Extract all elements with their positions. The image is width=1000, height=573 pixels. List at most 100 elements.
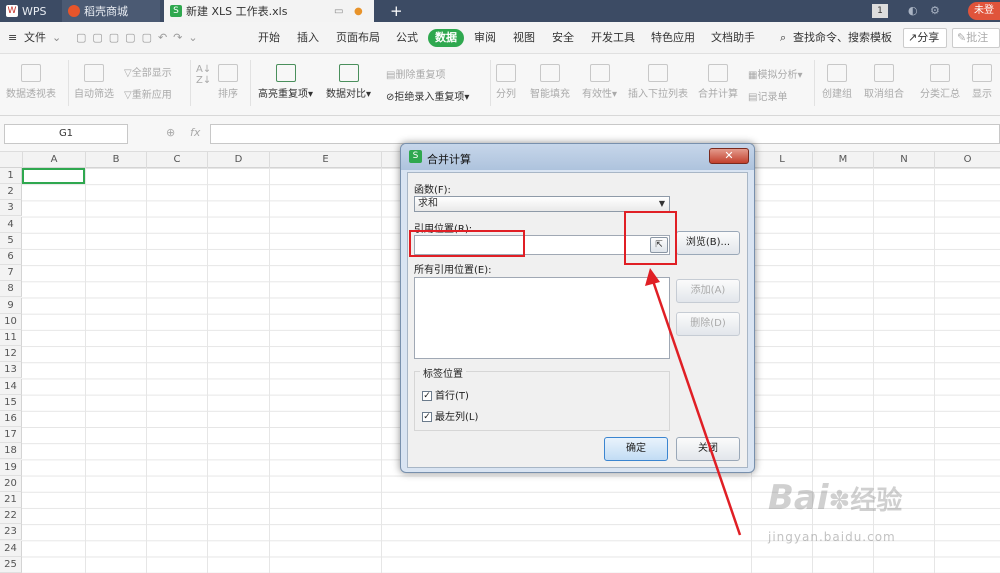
left-column-checkbox[interactable]: ✓ 最左列(L)	[422, 408, 478, 423]
spreadsheet-icon: S	[170, 5, 182, 17]
row-header[interactable]: 19	[0, 459, 22, 476]
dialog-titlebar[interactable]: S 合并计算 ✕	[401, 144, 754, 170]
row-header[interactable]: 9	[0, 297, 22, 314]
row-header[interactable]: 13	[0, 362, 22, 379]
row-header[interactable]: 10	[0, 313, 22, 330]
insert-dropdown-button[interactable]: 插入下拉列表	[628, 64, 688, 100]
column-header[interactable]: D	[207, 152, 269, 168]
skin-icon[interactable]: ◐	[908, 4, 918, 17]
menu-file[interactable]: 文件	[24, 22, 46, 54]
column-header[interactable]: C	[146, 152, 207, 168]
menu-start[interactable]: 开始	[258, 22, 280, 54]
menu-data[interactable]: 数据	[428, 29, 464, 47]
menu-special[interactable]: 特色应用	[651, 22, 695, 54]
window-count-badge[interactable]: 1	[872, 4, 888, 18]
hamburger-icon[interactable]: ≡	[8, 22, 17, 54]
split-column-button[interactable]: 分列	[496, 64, 516, 100]
row-header[interactable]: 12	[0, 346, 22, 363]
top-row-checkbox[interactable]: ✓ 首行(T)	[422, 387, 469, 402]
sort-button[interactable]: 排序	[218, 64, 238, 100]
row-header[interactable]: 8	[0, 281, 22, 298]
comment-button[interactable]: ✎批注	[952, 28, 1000, 48]
row-header[interactable]: 17	[0, 427, 22, 444]
share-button[interactable]: ↗分享	[903, 28, 947, 48]
auto-filter-button[interactable]: 自动筛选	[74, 64, 114, 100]
quick-access-icons[interactable]: ▢▢▢▢▢↶↷⌄	[76, 22, 204, 54]
new-tab-plus-icon[interactable]: +	[384, 0, 404, 22]
consolidate-button[interactable]: 合并计算	[698, 64, 738, 100]
tab-wps[interactable]: W WPS	[0, 0, 58, 22]
row-header[interactable]: 24	[0, 540, 22, 557]
command-search[interactable]: 查找命令、搜索模板	[793, 22, 892, 54]
close-icon[interactable]: ✕	[709, 148, 749, 164]
data-compare-button[interactable]: 数据对比▾	[326, 64, 371, 100]
menu-view[interactable]: 视图	[513, 22, 535, 54]
select-all-corner[interactable]	[0, 152, 22, 168]
row-header[interactable]: 5	[0, 232, 22, 249]
sort-az-icon[interactable]: A↓ Z↓	[196, 64, 211, 86]
row-header[interactable]: 1	[0, 168, 22, 184]
show-detail-button[interactable]: 显示	[972, 64, 992, 100]
show-all-button[interactable]: ▽全部显示	[124, 64, 172, 79]
tab-docer[interactable]: 稻壳商城	[62, 0, 160, 22]
all-refs-list[interactable]	[414, 277, 670, 359]
menu-page-layout[interactable]: 页面布局	[336, 22, 380, 54]
reject-duplicates-button[interactable]: ⊘拒绝录入重复项▾	[386, 88, 469, 103]
search-icon[interactable]: ⌕	[780, 22, 786, 54]
remove-duplicates-button[interactable]: ▤删除重复项	[386, 66, 445, 81]
login-button[interactable]: 未登	[968, 2, 1000, 20]
what-if-button[interactable]: ▦模拟分析▾	[748, 66, 802, 81]
column-header[interactable]: O	[934, 152, 1000, 168]
row-header[interactable]: 23	[0, 524, 22, 541]
row-header[interactable]: 7	[0, 265, 22, 282]
function-select[interactable]: 求和 ▼	[414, 196, 670, 212]
formula-input[interactable]	[210, 124, 1000, 144]
reapply-button[interactable]: ▽重新应用	[124, 86, 172, 101]
row-header[interactable]: 6	[0, 249, 22, 265]
record-form-button[interactable]: ▤记录单	[748, 88, 787, 103]
column-header[interactable]: N	[873, 152, 934, 168]
column-header[interactable]: B	[85, 152, 146, 168]
column-header[interactable]: E	[269, 152, 381, 168]
create-group-button[interactable]: 创建组	[822, 64, 852, 100]
validity-button[interactable]: 有效性▾	[582, 64, 617, 100]
row-header[interactable]: 14	[0, 378, 22, 395]
menu-security[interactable]: 安全	[552, 22, 574, 54]
row-header[interactable]: 3	[0, 200, 22, 217]
name-box[interactable]: G1	[4, 124, 128, 144]
checkbox-label: 最左列(L)	[435, 412, 479, 423]
menu-developer[interactable]: 开发工具	[591, 22, 635, 54]
chevron-down-icon[interactable]: ⌄	[52, 22, 61, 54]
subtotal-button[interactable]: 分类汇总	[920, 64, 960, 100]
menu-review[interactable]: 审阅	[474, 22, 496, 54]
column-header[interactable]: L	[751, 152, 812, 168]
smart-fill-button[interactable]: 智能填充	[530, 64, 570, 100]
row-header[interactable]: 2	[0, 184, 22, 201]
menu-insert[interactable]: 插入	[297, 22, 319, 54]
row-header[interactable]: 21	[0, 492, 22, 508]
row-header[interactable]: 18	[0, 443, 22, 460]
row-header[interactable]: 4	[0, 216, 22, 233]
monitor-icon[interactable]: ▭	[334, 6, 343, 17]
row-header[interactable]: 25	[0, 556, 22, 573]
row-header[interactable]: 20	[0, 475, 22, 492]
active-cell[interactable]	[22, 168, 85, 184]
column-header[interactable]: M	[812, 152, 873, 168]
pivot-table-button[interactable]: 数据透视表	[6, 64, 56, 100]
browse-button[interactable]: 浏览(B)...	[676, 231, 740, 255]
menu-doc-assistant[interactable]: 文档助手	[711, 22, 755, 54]
tab-workbook[interactable]: S 新建 XLS 工作表.xls ▭ ●	[164, 0, 374, 22]
column-header[interactable]: A	[22, 152, 85, 168]
settings-icon[interactable]: ⚙	[930, 4, 940, 17]
row-header[interactable]: 15	[0, 394, 22, 411]
zoom-icon[interactable]: ⊕	[166, 126, 175, 139]
ungroup-button[interactable]: 取消组合	[864, 64, 904, 100]
row-header[interactable]: 22	[0, 508, 22, 525]
highlight-duplicates-button[interactable]: 高亮重复项▾	[258, 64, 313, 100]
row-header[interactable]: 11	[0, 330, 22, 346]
ribbon-label: 显示	[972, 89, 992, 100]
fx-icon[interactable]: fx	[190, 126, 200, 139]
menu-formula[interactable]: 公式	[396, 22, 418, 54]
ribbon-label: 创建组	[822, 89, 852, 100]
row-header[interactable]: 16	[0, 411, 22, 427]
